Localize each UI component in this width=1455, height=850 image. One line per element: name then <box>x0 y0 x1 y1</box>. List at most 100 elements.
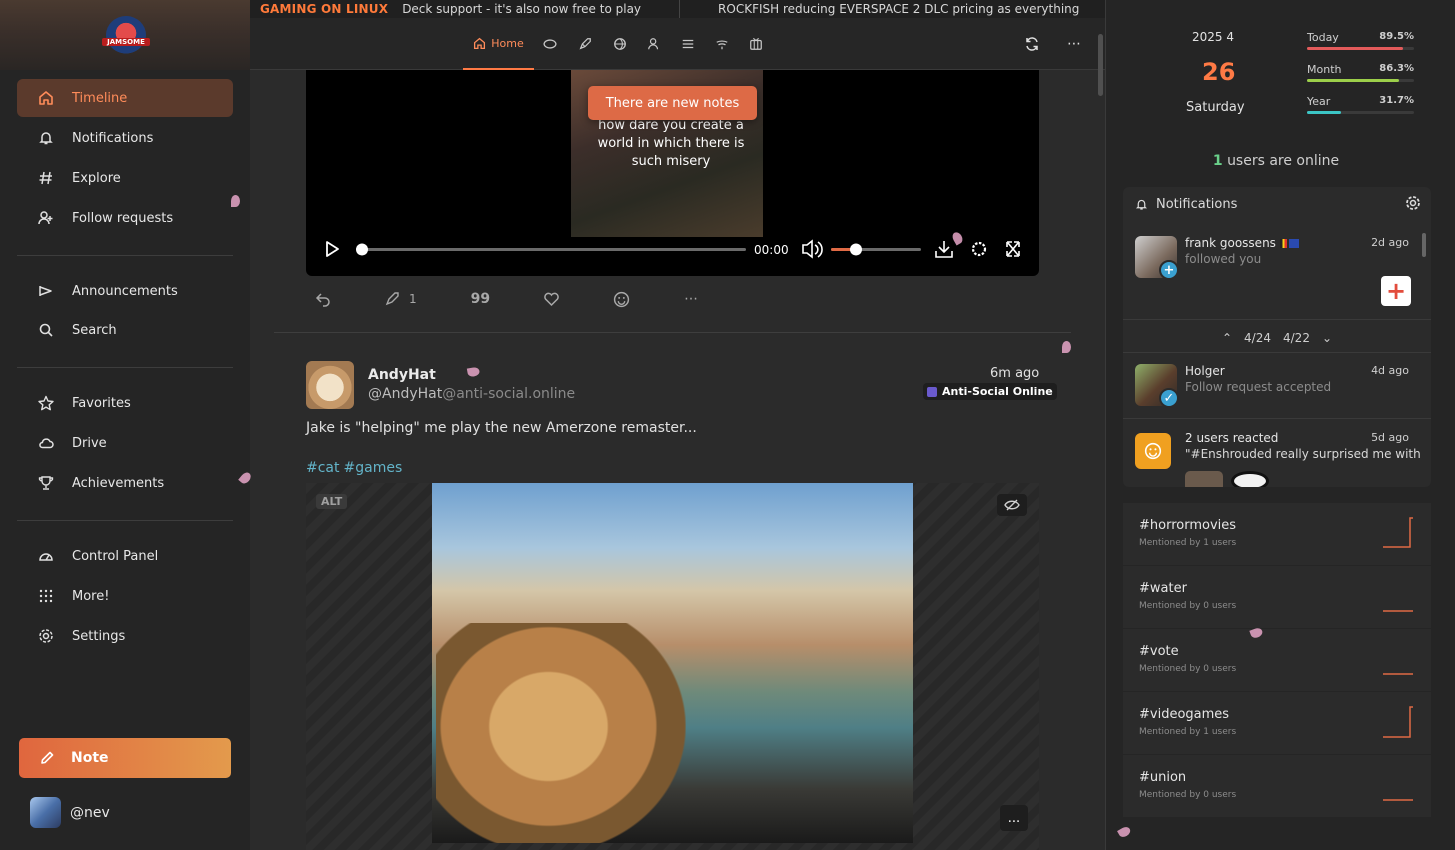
notification-divider <box>1123 319 1431 320</box>
tab-channel-icon[interactable] <box>746 18 766 70</box>
notification-item[interactable]: ✓ Holger Follow request accepted 4d ago <box>1123 364 1431 416</box>
sidebar-item-explore[interactable]: Explore <box>17 159 233 197</box>
instance-icon <box>927 386 937 397</box>
main-scrollbar[interactable] <box>1098 34 1103 96</box>
sidebar-item-settings[interactable]: Settings <box>17 617 233 655</box>
tab-list-icon[interactable] <box>678 18 698 70</box>
petal-decoration <box>231 195 240 207</box>
hashtag-link[interactable]: #cat <box>306 460 340 476</box>
post-author-handle[interactable]: @AndyHat@anti-social.online <box>368 386 575 402</box>
sidebar-item-favorites[interactable]: Favorites <box>17 384 233 422</box>
ticker-source[interactable]: GAMING ON LINUX <box>260 2 388 16</box>
post-divider <box>274 332 1071 333</box>
sidebar-item-drive[interactable]: Drive <box>17 424 233 462</box>
download-icon <box>935 241 953 258</box>
tab-local-icon[interactable] <box>540 18 560 70</box>
sidebar-item-label: More! <box>72 588 110 604</box>
check-badge-icon: ✓ <box>1159 388 1179 408</box>
sidebar-item-label: Settings <box>72 628 126 644</box>
trend-item[interactable]: #union Mentioned by 0 users <box>1123 755 1431 817</box>
trend-item[interactable]: #horrormovies Mentioned by 1 users <box>1123 503 1431 565</box>
trend-item[interactable]: #vote Mentioned by 0 users <box>1123 629 1431 691</box>
flag-icon <box>1279 239 1287 248</box>
follow-back-button[interactable]: + <box>1381 276 1411 306</box>
pencil-icon <box>39 750 55 766</box>
renote-icon[interactable] <box>384 291 400 307</box>
notification-user-name: frank goossens <box>1185 236 1276 250</box>
trophy-icon <box>37 474 55 492</box>
petal-decoration <box>1062 341 1071 353</box>
trend-mentions: Mentioned by 0 users <box>1139 790 1237 800</box>
trend-mentions: Mentioned by 1 users <box>1139 538 1237 548</box>
cloud-icon <box>37 434 55 452</box>
star-icon <box>37 394 55 412</box>
quote-icon[interactable]: 99 <box>471 291 490 307</box>
heart-icon[interactable] <box>543 291 560 307</box>
tab-social-icon[interactable] <box>575 18 595 70</box>
trend-mentions: Mentioned by 1 users <box>1139 727 1237 737</box>
avatar[interactable] <box>306 361 354 409</box>
alt-badge[interactable]: ALT <box>316 494 348 509</box>
trend-item[interactable]: #water Mentioned by 0 users <box>1123 566 1431 628</box>
tab-antenna-icon[interactable] <box>712 18 732 70</box>
widgets-panel: 2025 4 26 Saturday Today 89.5% Month 86.… <box>1105 0 1455 850</box>
notifications-scrollbar[interactable] <box>1422 233 1426 257</box>
news-ticker[interactable]: GAMING ON LINUX Deck support - it's also… <box>250 0 1105 18</box>
eye-off-icon[interactable] <box>997 494 1027 516</box>
post-text: Jake is "helping" me play the new Amerzo… <box>306 420 697 436</box>
hashtag-link[interactable]: #games <box>344 460 403 476</box>
handle-host: @anti-social.online <box>442 386 576 402</box>
gear-icon[interactable] <box>1405 195 1421 211</box>
sidebar-item-more[interactable]: More! <box>17 577 233 615</box>
tab-global-icon[interactable] <box>610 18 630 70</box>
trend-tag: #videogames <box>1139 707 1230 722</box>
refresh-icon[interactable] <box>1021 18 1043 70</box>
instance-logo[interactable]: JAMSOME <box>102 16 150 54</box>
play-icon <box>326 241 339 257</box>
reply-icon[interactable] <box>315 291 331 307</box>
new-notes-button[interactable]: There are new notes <box>588 86 757 120</box>
trend-item[interactable]: #videogames Mentioned by 1 users <box>1123 692 1431 754</box>
progress-label: Month <box>1307 63 1342 76</box>
sidebar-item-achievements[interactable]: Achievements <box>17 464 233 502</box>
notification-time: 2d ago <box>1371 236 1409 249</box>
instance-badge[interactable]: Anti-Social Online <box>923 383 1057 400</box>
tab-following-icon[interactable] <box>644 18 664 70</box>
media-more-button[interactable]: ... <box>1000 805 1028 831</box>
online-count: 1 <box>1212 153 1223 169</box>
account-handle: @nev <box>70 804 110 821</box>
sidebar-item-timeline[interactable]: Timeline <box>17 79 233 117</box>
sidebar-item-label: Achievements <box>72 475 165 491</box>
volume-handle <box>850 243 862 256</box>
emoji-react-icon[interactable] <box>613 291 630 308</box>
post-author-name[interactable]: AndyHat <box>368 367 436 383</box>
trend-tag: #horrormovies <box>1139 518 1237 533</box>
notification-item[interactable]: 2 users reacted "#Enshrouded really surp… <box>1123 431 1431 487</box>
progress-today: Today 89.5% <box>1307 31 1414 57</box>
search-icon <box>37 321 55 339</box>
chevron-up-icon[interactable]: ⌃ <box>1222 331 1232 345</box>
hash-icon <box>37 169 55 187</box>
sidebar-item-label: Search <box>72 322 117 338</box>
sidebar-item-announcements[interactable]: Announcements <box>17 272 233 310</box>
post-image[interactable] <box>432 483 913 843</box>
sidebar-item-search[interactable]: Search <box>17 311 233 349</box>
notification-pager: ⌃ 4/24 4/22 ⌄ <box>1123 325 1431 351</box>
chevron-down-icon[interactable]: ⌄ <box>1322 331 1332 345</box>
sidebar-item-control-panel[interactable]: Control Panel <box>17 537 233 575</box>
account-button[interactable]: @nev <box>30 797 110 828</box>
post-more-icon[interactable]: ⋯ <box>684 291 698 307</box>
sidebar-item-notifications[interactable]: Notifications <box>17 119 233 157</box>
sidebar-item-follow-requests[interactable]: Follow requests <box>17 199 233 237</box>
post-timestamp[interactable]: 6m ago <box>990 366 1039 381</box>
trend-sparkline <box>1383 673 1413 675</box>
post-media[interactable]: ALT ... <box>306 483 1039 850</box>
sidebar-item-label: Favorites <box>72 395 131 411</box>
ticker-item[interactable]: ROCKFISH reducing EVERSPACE 2 DLC pricin… <box>718 2 1079 16</box>
megaphone-icon <box>37 282 55 300</box>
note-button[interactable]: Note <box>19 738 231 778</box>
more-options-icon[interactable]: ⋯ <box>1063 18 1085 70</box>
ticker-item[interactable]: Deck support - it's also now free to pla… <box>402 2 641 16</box>
notifications-header: Notifications <box>1123 187 1431 221</box>
tab-home[interactable]: Home <box>463 18 534 70</box>
